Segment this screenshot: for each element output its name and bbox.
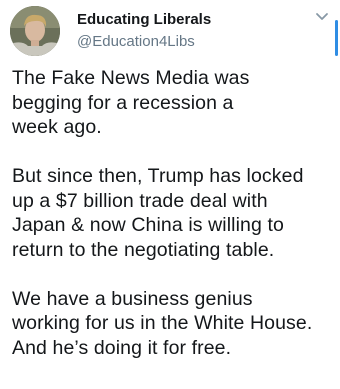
scrollbar[interactable] xyxy=(335,20,338,56)
tweet-card: Educating Liberals @Education4Libs The F… xyxy=(0,0,340,389)
profile-photo-icon xyxy=(10,6,60,56)
tweet-paragraph: But since then, Trump has locked up a $7… xyxy=(12,164,338,262)
tweet-text-line: We have a business genius xyxy=(12,287,253,310)
tweet-text-line: And he’s doing it for free. xyxy=(12,336,232,359)
tweet-text-line: week ago. xyxy=(12,116,102,138)
chevron-down-icon[interactable] xyxy=(315,12,329,22)
tweet-text-line: Japan & now China is willing to xyxy=(12,214,284,236)
tweet-text-line: The Fake News Media was xyxy=(12,67,250,89)
author-handle[interactable]: @Education4Libs xyxy=(77,33,195,50)
avatar[interactable] xyxy=(10,6,60,56)
author-display-name[interactable]: Educating Liberals xyxy=(77,11,211,28)
tweet-text: The Fake News Media was begging for a re… xyxy=(12,66,338,385)
tweet-text-line: But since then, Trump has locked xyxy=(12,165,304,187)
tweet-text-line: begging for a recession a xyxy=(12,91,234,114)
tweet-text-line: working for us in the White House. xyxy=(12,312,313,334)
tweet-paragraph: The Fake News Media was begging for a re… xyxy=(12,66,338,140)
tweet-text-line: return to the negotiating table. xyxy=(12,238,275,261)
tweet-text-line: up a $7 billion trade deal with xyxy=(12,189,268,212)
tweet-paragraph: We have a business genius working for us… xyxy=(12,287,338,361)
